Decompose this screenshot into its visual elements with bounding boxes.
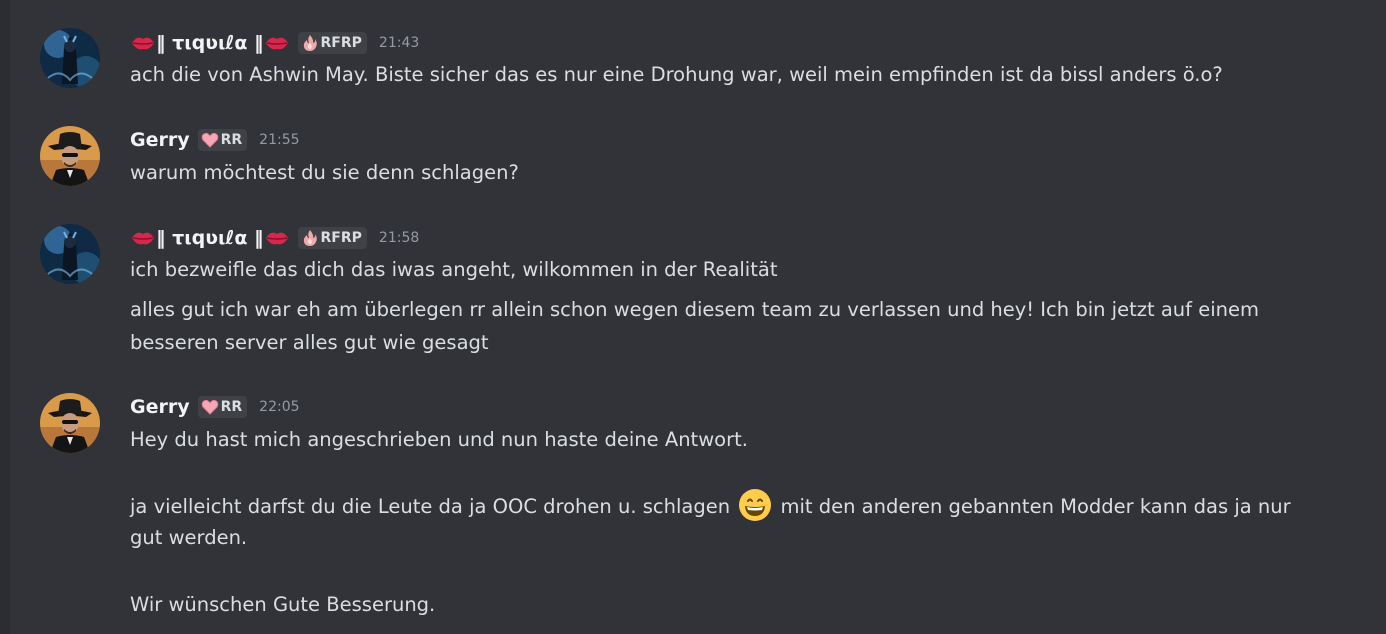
grinning-emoji-icon bbox=[739, 489, 772, 521]
message-text-segment: mit den anderen gebannten Modder kann da… bbox=[780, 495, 1291, 518]
server-tag[interactable]: RFRP bbox=[297, 32, 367, 54]
message-text-segment: ja vielleicht darfst du die Leute da ja … bbox=[130, 495, 731, 518]
server-tag-label: RR bbox=[220, 132, 243, 148]
timestamp[interactable]: 22:05 bbox=[259, 399, 299, 415]
timestamp[interactable]: 21:55 bbox=[259, 132, 299, 148]
server-tag[interactable]: RFRP bbox=[297, 227, 367, 249]
fire-icon bbox=[303, 35, 317, 51]
message-text: warum möchtest du sie denn schlagen? bbox=[130, 161, 519, 184]
message-text: ja vielleicht darfst du die Leute da ja … bbox=[130, 488, 1330, 523]
avatar[interactable] bbox=[40, 393, 100, 453]
lips-emoji-icon bbox=[132, 37, 154, 50]
left-edge-strip bbox=[0, 0, 10, 634]
server-tag-label: RFRP bbox=[320, 35, 362, 51]
heart-icon bbox=[201, 132, 218, 148]
username[interactable]: ‖ τιqʋιℓα ‖ bbox=[130, 227, 290, 249]
message-text: besseren server alles gut wie gesagt bbox=[130, 331, 489, 354]
message-text: Hey du hast mich angeschrieben und nun h… bbox=[130, 428, 748, 451]
username-text: ‖ τιqʋιℓα ‖ bbox=[156, 32, 264, 54]
username[interactable]: Gerry bbox=[130, 396, 190, 418]
message-header: Gerry RR 22:05 bbox=[130, 395, 300, 419]
message-text: alles gut ich war eh am überlegen rr all… bbox=[130, 298, 1259, 321]
server-tag[interactable]: RR bbox=[197, 129, 248, 151]
message-text: Wir wünschen Gute Besserung. bbox=[130, 593, 436, 616]
timestamp[interactable]: 21:43 bbox=[379, 35, 419, 51]
fire-icon bbox=[303, 230, 317, 246]
username-text: ‖ τιqʋιℓα ‖ bbox=[156, 227, 264, 249]
username[interactable]: Gerry bbox=[130, 129, 190, 151]
lips-emoji-icon bbox=[132, 232, 154, 245]
heart-icon bbox=[201, 399, 218, 415]
avatar[interactable] bbox=[40, 224, 100, 284]
server-tag[interactable]: RR bbox=[197, 396, 248, 418]
avatar[interactable] bbox=[40, 126, 100, 186]
server-tag-label: RR bbox=[220, 399, 243, 415]
message-header: Gerry RR 21:55 bbox=[130, 128, 300, 152]
lips-emoji-icon bbox=[265, 37, 288, 50]
chat-message-list[interactable]: ‖ τιqʋιℓα ‖ RFRP 21:43 ach die von Ashwi… bbox=[10, 0, 1386, 634]
message-text: ich bezweifle das dich das iwas angeht, … bbox=[130, 258, 778, 281]
lips-emoji-icon bbox=[265, 232, 288, 245]
username[interactable]: ‖ τιqʋιℓα ‖ bbox=[130, 32, 290, 54]
message-header: ‖ τιqʋιℓα ‖ RFRP 21:43 bbox=[130, 31, 419, 55]
message-text: ach die von Ashwin May. Biste sicher das… bbox=[130, 63, 1223, 86]
server-tag-label: RFRP bbox=[320, 230, 362, 246]
avatar[interactable] bbox=[40, 28, 100, 88]
timestamp[interactable]: 21:58 bbox=[379, 230, 419, 246]
message-text: gut werden. bbox=[130, 526, 248, 549]
message-header: ‖ τιqʋιℓα ‖ RFRP 21:58 bbox=[130, 226, 419, 250]
